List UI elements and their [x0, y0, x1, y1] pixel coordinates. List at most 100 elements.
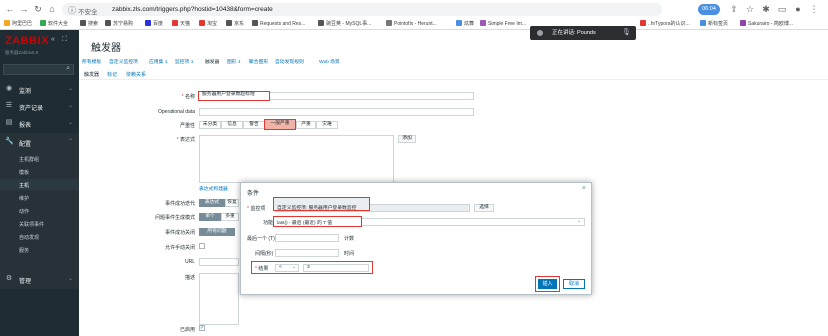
bookmark[interactable]: 炫舞	[456, 20, 474, 27]
breadcrumb-discovery-rules[interactable]: 自动发现规则	[275, 58, 304, 65]
expression-label: 表达式	[115, 136, 195, 143]
tab-trigger[interactable]: 触发器	[84, 71, 99, 78]
severity-average[interactable]: 一般严重	[264, 119, 296, 130]
bookmark[interactable]: 淘宝	[199, 20, 217, 27]
last-t-input[interactable]	[275, 234, 339, 242]
operational-data-input[interactable]	[199, 108, 474, 116]
severity-disaster[interactable]: 灾难	[316, 121, 338, 129]
sidebar-item-services[interactable]: 服务	[0, 244, 79, 255]
bookmark[interactable]: ..hrTypora的认识...	[640, 20, 690, 27]
menu-configuration[interactable]: 🔧 配置 ⌃	[0, 135, 79, 149]
bookmark[interactable]: 新标签页	[700, 20, 728, 27]
severity-not-classified[interactable]: 未分类	[199, 121, 221, 129]
breadcrumb-triggers[interactable]: 触发器	[205, 58, 219, 65]
profile-icon[interactable]: ●	[792, 3, 804, 15]
sidebar-item-hosts[interactable]: 主机	[0, 179, 79, 190]
gear-icon: ⚙	[5, 275, 13, 282]
expression-constructor-link[interactable]: 表达式构建器	[199, 185, 228, 192]
bookmark-icon	[80, 20, 86, 26]
bookmark[interactable]: Simple Free Im...	[480, 20, 526, 27]
collapse-icon[interactable]: «	[51, 36, 55, 43]
sidebar-item-actions[interactable]: 动作	[0, 205, 79, 216]
extension-icon[interactable]: ✱	[760, 3, 772, 15]
search-icon[interactable]: ⌕	[66, 65, 70, 73]
bookmark[interactable]: 苏宁易购	[105, 20, 133, 27]
cancel-button[interactable]: 取消	[563, 279, 585, 289]
kiosk-icon[interactable]: ⛶	[62, 36, 67, 44]
sidebar-icon[interactable]: ▭	[776, 3, 788, 15]
sidebar-item-host-groups[interactable]: 主机群组	[0, 153, 79, 164]
description-textarea[interactable]	[199, 273, 239, 325]
breadcrumb-all-templates[interactable]: 所有模板	[82, 58, 101, 65]
time-shift-label: 间隔(秒)	[255, 251, 274, 257]
form-tabs: 触发器 标记 依赖关系	[79, 70, 828, 80]
insert-button[interactable]: 插入	[538, 279, 557, 289]
back-icon[interactable]: ←	[4, 3, 16, 15]
sidebar-search-input[interactable]: ⌕	[3, 64, 74, 75]
menu-administration[interactable]: ⚙ 管理 ⌄	[0, 272, 79, 286]
enabled-checkbox[interactable]: ✓	[199, 325, 205, 331]
menu-reports[interactable]: ▤ 报表 ⌄	[0, 116, 79, 130]
eye-icon: ◉	[5, 85, 13, 92]
bookmark[interactable]: Pointofix - Herunt...	[386, 20, 437, 27]
breadcrumb-applications[interactable]: 应用集 1	[149, 58, 167, 65]
result-value-input[interactable]: 3	[303, 264, 369, 272]
menu-monitoring[interactable]: ◉ 监测 ⌄	[0, 82, 79, 96]
severity-warning[interactable]: 警告	[243, 121, 265, 129]
bookmark[interactable]: Sakurairo - 简欧博...	[740, 20, 793, 27]
tab-tags[interactable]: 标记	[107, 71, 117, 78]
info-icon[interactable]: ⓘ	[68, 5, 76, 16]
bookmark[interactable]: 豌豆荚 - MySQL事...	[318, 20, 371, 27]
sidebar-item-discovery[interactable]: 自动发现	[0, 231, 79, 242]
ok-event-closes-label: 事件成功关闭	[164, 230, 195, 236]
menu-icon[interactable]: ⋮	[808, 3, 820, 15]
breadcrumb-graphs[interactable]: 图形 1	[227, 58, 241, 65]
home-icon[interactable]: ⌂	[46, 3, 58, 15]
url-input[interactable]	[199, 258, 239, 266]
tab-dependencies[interactable]: 依赖关系	[126, 71, 146, 78]
add-expression-button[interactable]: 添加	[398, 135, 416, 143]
time-label: 时间	[344, 251, 355, 257]
problem-mode-multiple[interactable]: 多重	[221, 213, 239, 221]
problem-mode-single[interactable]: 单个	[199, 213, 221, 221]
sidebar-item-event-correlation[interactable]: 关联项事件	[0, 218, 79, 229]
ok-event-recovery-option[interactable]: 恢复	[225, 199, 239, 207]
severity-information[interactable]: 信息	[221, 121, 243, 129]
forward-icon[interactable]: →	[18, 3, 30, 15]
ok-close-all-problems[interactable]: 所有问题	[199, 228, 235, 236]
page-title: 触发器	[91, 43, 121, 54]
bookmark[interactable]: 阿里巴巴	[4, 20, 32, 27]
breadcrumb-web-scenarios[interactable]: Web 场景	[319, 58, 340, 65]
severity-high[interactable]: 严重	[296, 121, 316, 129]
bookmark[interactable]: 天猫	[172, 20, 190, 27]
zabbix-logo[interactable]: ZABBIX	[5, 35, 49, 47]
url-text[interactable]: zabbix.zls.com/triggers.php?hostid=10438…	[112, 6, 273, 13]
select-item-button[interactable]: 选择	[474, 204, 494, 212]
manual-close-checkbox[interactable]	[199, 243, 205, 249]
share-icon[interactable]: ⇪	[728, 3, 740, 15]
item-label: 监控项	[247, 205, 265, 212]
ok-event-expression-option[interactable]: 表达式	[199, 199, 225, 207]
operator-select[interactable]: < ⌄	[275, 264, 299, 272]
function-value: last() - 最后 (最近) 的 T 值	[277, 221, 333, 226]
breadcrumb-template[interactable]: 自定义监控项	[109, 58, 138, 65]
bookmark[interactable]: Requests and Res...	[252, 20, 305, 27]
expression-textarea[interactable]	[199, 135, 394, 183]
chevron-down-icon: ⌄	[67, 276, 73, 282]
breadcrumb-screens[interactable]: 聚合图形	[249, 58, 268, 65]
time-shift-input[interactable]	[275, 249, 339, 257]
bookmark[interactable]: 软件大全	[40, 20, 68, 27]
sidebar-item-templates[interactable]: 模板	[0, 166, 79, 177]
address-bar[interactable]: ⓘ 不安全 zabbix.zls.com/triggers.php?hostid…	[62, 3, 662, 16]
star-icon[interactable]: ☆	[744, 3, 756, 15]
bookmark[interactable]: 搜索	[80, 20, 98, 27]
bookmark[interactable]: 百度	[145, 20, 163, 27]
name-value-highlight[interactable]: 服务器用户登录数超标啦	[198, 91, 270, 101]
breadcrumb-items[interactable]: 监控项 1	[175, 58, 193, 65]
menu-inventory[interactable]: ☰ 资产记录 ⌄	[0, 99, 79, 113]
reload-icon[interactable]: ↻	[32, 3, 44, 15]
bookmark[interactable]: 京东	[226, 20, 244, 27]
microphone-icon: 🎙	[622, 29, 631, 36]
close-icon[interactable]: ×	[582, 185, 586, 192]
sidebar-item-maintenance[interactable]: 维护	[0, 192, 79, 203]
